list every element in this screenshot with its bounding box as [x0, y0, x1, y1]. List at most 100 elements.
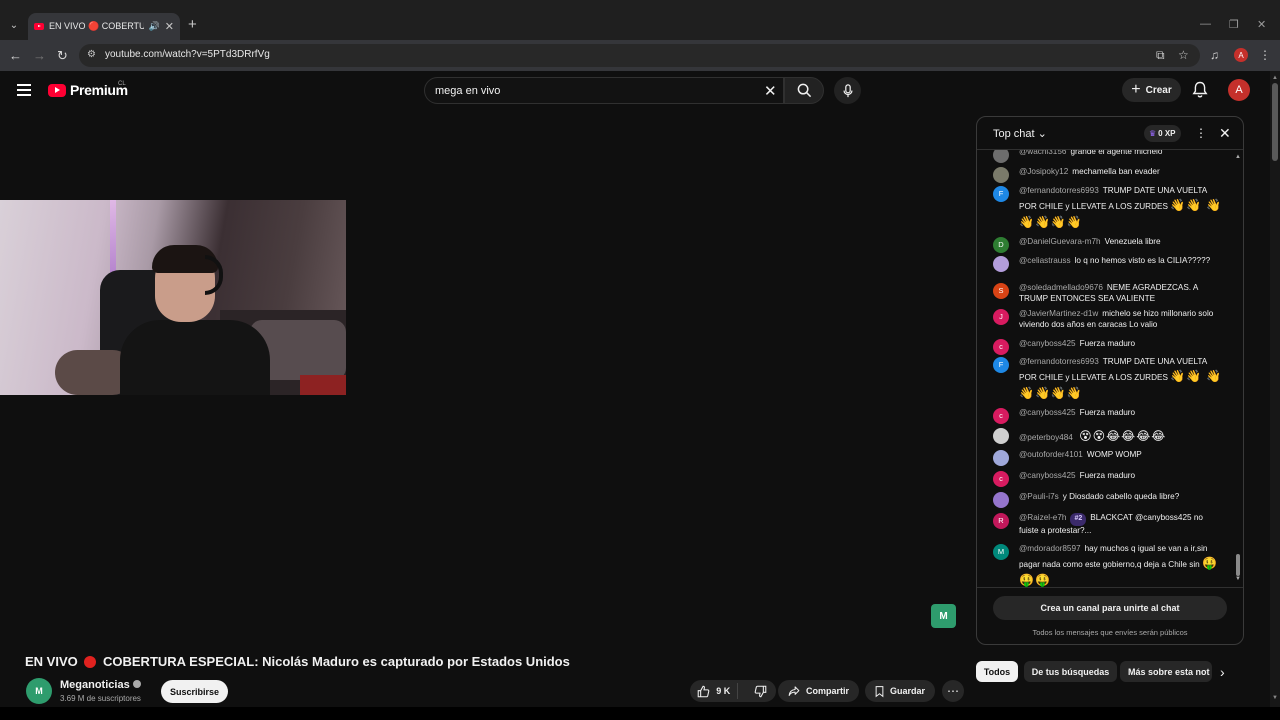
- speaker-icon[interactable]: 🔊: [149, 21, 160, 32]
- chevron-right-icon[interactable]: ›: [1220, 664, 1225, 680]
- chat-author-name[interactable]: @DanielGuevara-m7h: [1019, 237, 1101, 246]
- chat-author-name[interactable]: @fernandotorres6993: [1019, 357, 1099, 366]
- chat-author-name[interactable]: @outoforder4101: [1019, 450, 1083, 459]
- chat-more-icon[interactable]: ⋮: [1195, 126, 1207, 140]
- account-avatar[interactable]: A: [1228, 79, 1250, 101]
- share-button[interactable]: Compartir: [778, 680, 859, 702]
- subscribe-button[interactable]: Suscribirse: [161, 680, 228, 703]
- chat-message[interactable]: D @DanielGuevara-m7h Venezuela libre: [993, 237, 1223, 253]
- chip-all[interactable]: Todos: [976, 661, 1018, 682]
- address-bar[interactable]: ⚙ youtube.com/watch?v=5PTd3DRrfVg ⧉ ☆: [79, 44, 1200, 67]
- search-input[interactable]: mega en vivo ✕: [424, 77, 784, 104]
- back-arrow-icon[interactable]: ←: [9, 48, 22, 63]
- new-tab-button[interactable]: +: [188, 16, 197, 33]
- chat-author-avatar[interactable]: R: [993, 513, 1009, 529]
- chat-author-avatar[interactable]: F: [993, 357, 1009, 373]
- chat-message[interactable]: @outoforder4101 WOMP WOMP: [993, 450, 1223, 466]
- chat-message-list[interactable]: ▲ ▼ @wachi3156 grande el agente michelo @J…: [977, 150, 1243, 587]
- dislike-button[interactable]: [744, 685, 776, 698]
- chat-author-avatar[interactable]: J: [993, 309, 1009, 325]
- browser-profile-avatar[interactable]: A: [1234, 48, 1248, 62]
- chat-message[interactable]: @celiastrauss lo q no hemos visto es la C…: [993, 256, 1223, 272]
- chat-author-name[interactable]: @celiastrauss: [1019, 256, 1071, 265]
- chat-author-name[interactable]: @JavierMartinez-d1w: [1019, 309, 1098, 318]
- browser-menu-icon[interactable]: ⋮: [1259, 48, 1271, 62]
- bookmark-star-icon[interactable]: ☆: [1178, 48, 1189, 62]
- search-button[interactable]: [784, 77, 824, 104]
- chat-author-name[interactable]: @Josipoky12: [1019, 167, 1068, 176]
- scroll-up-icon[interactable]: ▲: [1235, 154, 1241, 160]
- chat-author-avatar[interactable]: [993, 256, 1009, 272]
- reload-icon[interactable]: ↻: [57, 48, 68, 64]
- notifications-bell-icon[interactable]: [1192, 81, 1208, 104]
- chat-author-avatar[interactable]: F: [993, 186, 1009, 202]
- chip-more-about[interactable]: Más sobre esta not: [1120, 661, 1212, 682]
- chat-message[interactable]: S @soledadmellado9676 NEME AGRADEZCAS. A T…: [993, 283, 1223, 304]
- youtube-premium-logo[interactable]: Premium: [48, 82, 128, 98]
- save-button[interactable]: Guardar: [865, 680, 935, 702]
- chat-author-avatar[interactable]: [993, 167, 1009, 183]
- chat-mode-dropdown[interactable]: Top chat ⌄: [993, 127, 1047, 140]
- chat-scrollbar[interactable]: ▲ ▼: [1235, 154, 1241, 582]
- chat-message[interactable]: J @JavierMartinez-d1w michelo se hizo mill…: [993, 309, 1223, 330]
- chat-message[interactable]: c @canyboss425 Fuerza maduro: [993, 471, 1223, 487]
- chat-author-name[interactable]: @peterboy484: [1019, 433, 1073, 442]
- site-info-icon[interactable]: ⚙: [87, 49, 99, 61]
- chat-message[interactable]: @Pauli-i7s y Diosdado cabello queda libre…: [993, 492, 1223, 508]
- like-button[interactable]: 9 K: [690, 683, 739, 699]
- chat-message[interactable]: F @fernandotorres6993 TRUMP DATE UNA VUELT…: [993, 186, 1223, 231]
- more-actions-icon[interactable]: ⋯: [942, 680, 964, 702]
- chat-author-avatar[interactable]: [993, 450, 1009, 466]
- clear-search-icon[interactable]: ✕: [764, 82, 777, 100]
- chat-author-avatar[interactable]: M: [993, 544, 1009, 560]
- chat-message[interactable]: F @fernandotorres6993 TRUMP DATE UNA VUELT…: [993, 357, 1223, 402]
- page-scroll-up-icon[interactable]: ▲: [1272, 75, 1278, 81]
- chat-author-avatar[interactable]: [993, 428, 1009, 444]
- chat-author-name[interactable]: @canyboss425: [1019, 339, 1076, 348]
- browser-tab-active[interactable]: EN VIVO 🔴 COBERTURA ES 🔊 ✕: [28, 13, 180, 40]
- chip-from-searches[interactable]: De tus búsquedas: [1024, 661, 1117, 682]
- chat-message[interactable]: R @Raizel-e7h #2 BLACKCAT @canyboss425 no f…: [993, 513, 1223, 536]
- window-close-icon[interactable]: ✕: [1257, 18, 1266, 31]
- chat-message[interactable]: c @canyboss425 Fuerza maduro: [993, 408, 1223, 424]
- page-scroll-thumb[interactable]: [1272, 83, 1278, 161]
- minimize-icon[interactable]: —: [1200, 18, 1211, 30]
- install-app-icon[interactable]: ⧉: [1156, 48, 1165, 63]
- media-control-icon[interactable]: ♫: [1210, 48, 1219, 62]
- page-scroll-down-icon[interactable]: ▼: [1272, 695, 1278, 701]
- chat-scroll-thumb[interactable]: [1236, 554, 1240, 576]
- chat-author-name[interactable]: @wachi3156: [1019, 150, 1066, 156]
- tab-close-icon[interactable]: ✕: [165, 20, 174, 33]
- chat-author-avatar[interactable]: [993, 492, 1009, 508]
- chat-author-avatar[interactable]: [993, 150, 1009, 163]
- channel-avatar[interactable]: M: [26, 678, 52, 704]
- chat-author-avatar[interactable]: S: [993, 283, 1009, 299]
- chat-author-name[interactable]: @canyboss425: [1019, 408, 1076, 417]
- scroll-down-icon[interactable]: ▼: [1235, 576, 1241, 582]
- chat-close-icon[interactable]: ✕: [1219, 125, 1231, 142]
- chat-author-avatar[interactable]: c: [993, 471, 1009, 487]
- create-channel-button[interactable]: Crea un canal para unirte al chat: [993, 596, 1227, 620]
- create-button[interactable]: + Crear: [1122, 78, 1181, 102]
- xp-badge[interactable]: ♛ 0 XP: [1144, 125, 1181, 142]
- chat-message[interactable]: @peterboy484 😵😵😂😂😂😂: [993, 428, 1223, 445]
- chat-author-avatar[interactable]: c: [993, 339, 1009, 355]
- chat-author-avatar[interactable]: D: [993, 237, 1009, 253]
- chat-message[interactable]: @wachi3156 grande el agente michelo: [993, 150, 1223, 163]
- channel-watermark-logo[interactable]: M: [931, 604, 956, 628]
- page-scrollbar[interactable]: ▲ ▼: [1270, 71, 1280, 707]
- chat-message[interactable]: M @mdorador8597 hay muchos q igual se van …: [993, 544, 1223, 587]
- tab-search-icon[interactable]: ⌄: [5, 16, 23, 34]
- forward-arrow-icon[interactable]: →: [33, 48, 46, 63]
- hamburger-menu-icon[interactable]: [17, 84, 31, 96]
- chat-author-name[interactable]: @Raizel-e7h: [1019, 513, 1066, 522]
- chat-author-name[interactable]: @soledadmellado9676: [1019, 283, 1103, 292]
- chat-author-name[interactable]: @Pauli-i7s: [1019, 492, 1059, 501]
- chat-author-name[interactable]: @canyboss425: [1019, 471, 1076, 480]
- channel-name[interactable]: Meganoticias: [60, 679, 141, 691]
- restore-icon[interactable]: ❐: [1229, 18, 1239, 31]
- voice-search-button[interactable]: [834, 77, 861, 104]
- chat-message[interactable]: @Josipoky12 mechamella ban evader: [993, 167, 1223, 183]
- chat-message[interactable]: c @canyboss425 Fuerza maduro: [993, 339, 1223, 355]
- chat-author-name[interactable]: @fernandotorres6993: [1019, 186, 1099, 195]
